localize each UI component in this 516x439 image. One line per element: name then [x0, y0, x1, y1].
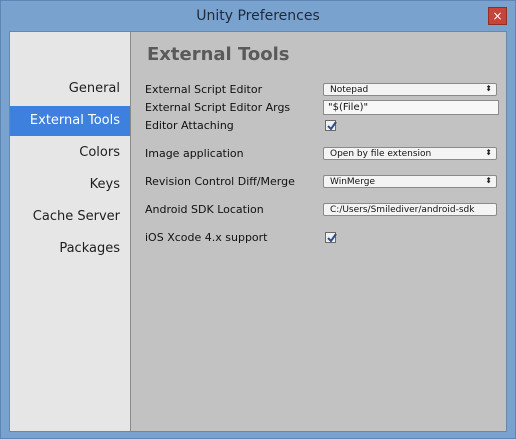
image-application-label: Image application	[145, 147, 244, 160]
script-editor-dropdown[interactable]: Notepad ⬍	[323, 83, 497, 96]
script-editor-args-field[interactable]: "$(File)"	[323, 100, 499, 115]
dropdown-value: Notepad	[330, 85, 369, 95]
editor-attaching-checkbox[interactable]	[325, 120, 337, 131]
sidebar-item-label: Cache Server	[32, 209, 120, 224]
android-sdk-path: C:/Users/Smilediver/android-sdk	[330, 205, 475, 215]
sidebar-item-colors[interactable]: Colors	[10, 138, 130, 168]
script-editor-label: External Script Editor	[145, 83, 263, 96]
android-sdk-label: Android SDK Location	[145, 203, 264, 216]
sidebar: General External Tools Colors Keys Cache…	[10, 32, 131, 431]
page-title: External Tools	[147, 44, 290, 65]
settings-panel: External Tools External Script Editor No…	[131, 32, 506, 431]
sidebar-item-label: Packages	[59, 241, 120, 256]
dropdown-arrows-icon: ⬍	[485, 148, 492, 157]
dropdown-arrows-icon: ⬍	[485, 176, 492, 185]
editor-attaching-label: Editor Attaching	[145, 119, 234, 132]
diff-merge-label: Revision Control Diff/Merge	[145, 175, 295, 188]
sidebar-item-cache-server[interactable]: Cache Server	[10, 202, 130, 232]
sidebar-item-label: General	[68, 81, 120, 96]
sidebar-item-label: Keys	[89, 177, 120, 192]
checkmark-icon	[327, 121, 337, 131]
sidebar-item-label: Colors	[79, 145, 120, 160]
diff-merge-dropdown[interactable]: WinMerge ⬍	[323, 175, 497, 188]
image-application-dropdown[interactable]: Open by file extension ⬍	[323, 147, 497, 160]
window-title: Unity Preferences	[196, 8, 320, 24]
sidebar-item-external-tools[interactable]: External Tools	[10, 106, 130, 136]
sidebar-item-packages[interactable]: Packages	[10, 234, 130, 264]
script-editor-args-label: External Script Editor Args	[145, 101, 291, 114]
dropdown-value: WinMerge	[330, 177, 375, 187]
android-sdk-location-field[interactable]: C:/Users/Smilediver/android-sdk	[323, 203, 497, 216]
dropdown-value: Open by file extension	[330, 149, 432, 159]
title-bar[interactable]: Unity Preferences ×	[1, 1, 515, 31]
checkmark-icon	[327, 233, 337, 243]
dropdown-arrows-icon: ⬍	[485, 84, 492, 93]
close-icon: ×	[492, 9, 503, 23]
sidebar-item-general[interactable]: General	[10, 74, 130, 104]
ios-xcode-label: iOS Xcode 4.x support	[145, 231, 268, 244]
sidebar-item-label: External Tools	[29, 113, 120, 128]
sidebar-item-keys[interactable]: Keys	[10, 170, 130, 200]
preferences-client: General External Tools Colors Keys Cache…	[9, 31, 507, 432]
ios-xcode-checkbox[interactable]	[325, 232, 337, 243]
close-button[interactable]: ×	[488, 7, 507, 25]
preferences-window: Unity Preferences × General External Too…	[0, 0, 516, 439]
